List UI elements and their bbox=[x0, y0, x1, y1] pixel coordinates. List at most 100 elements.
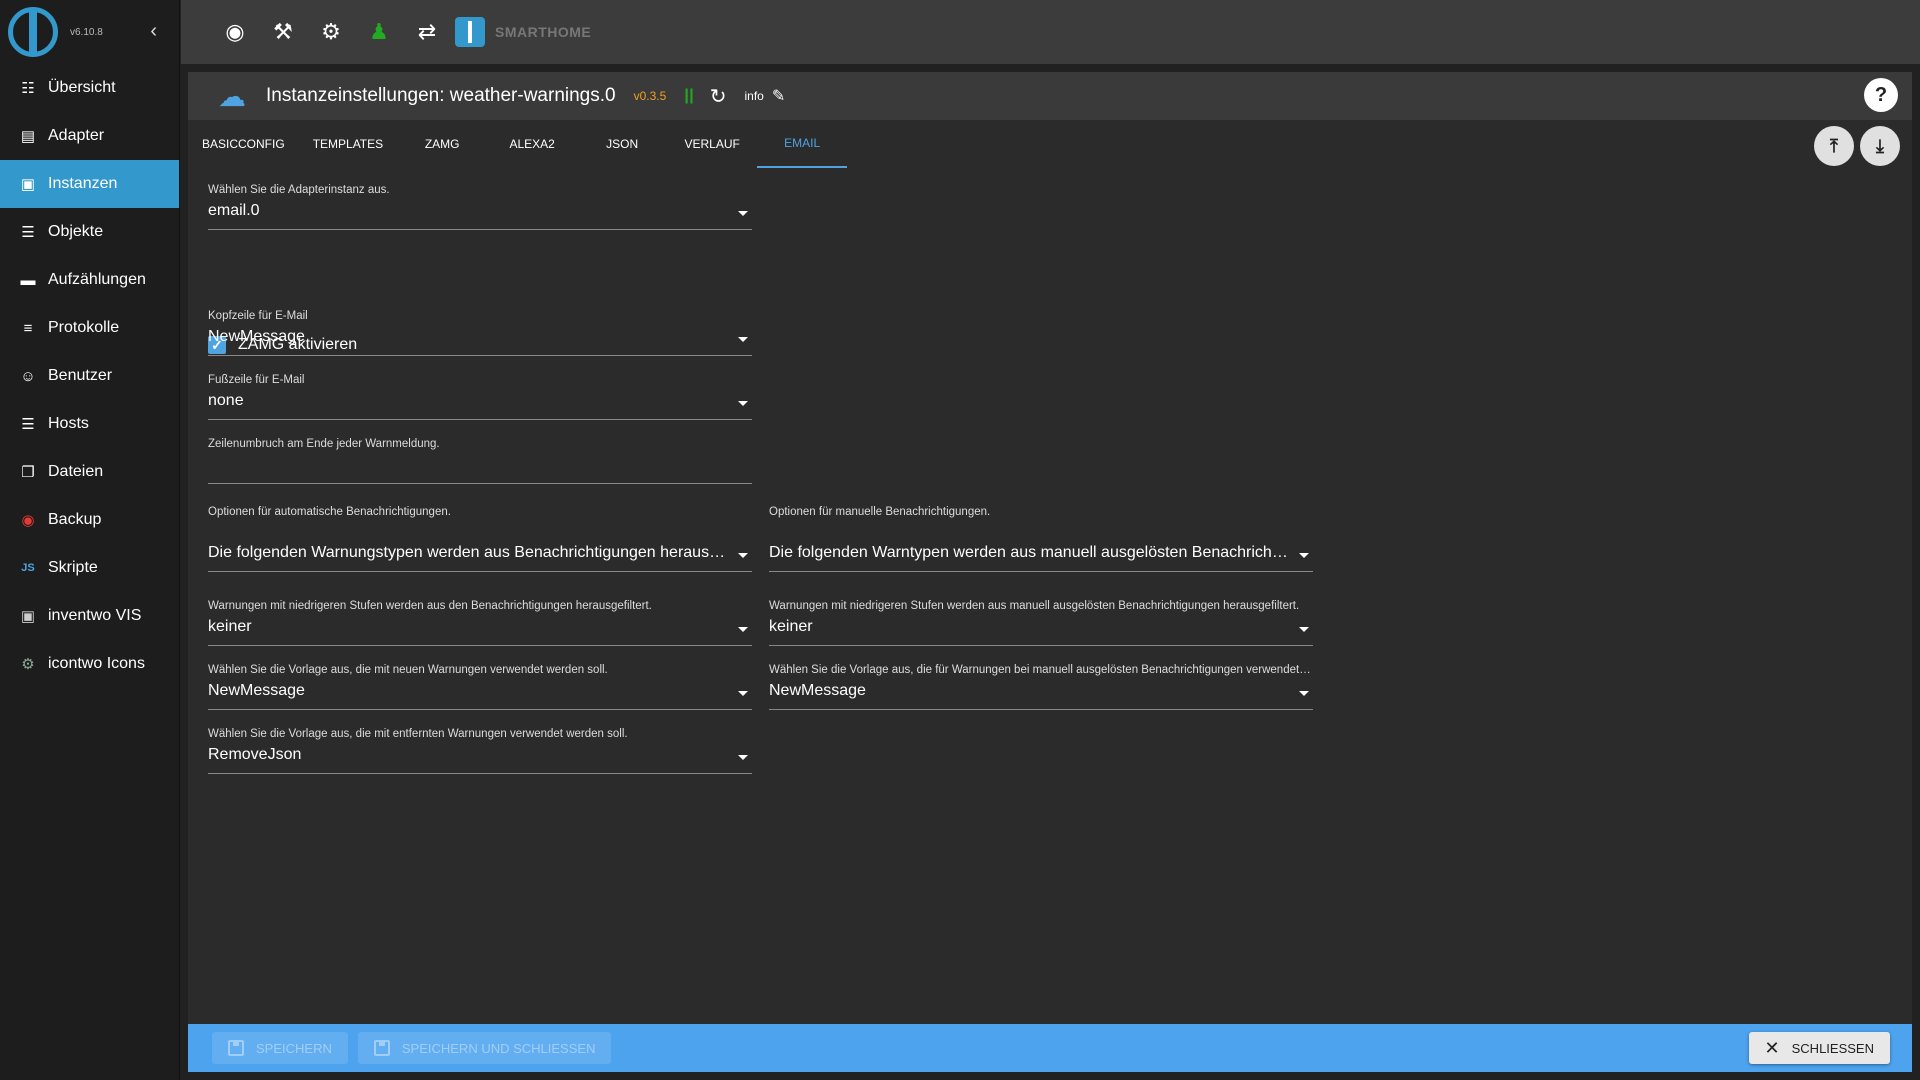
field-value[interactable]: NewMessage bbox=[208, 682, 752, 710]
manual-level-select[interactable]: Warnungen mit niedrigeren Stufen werden … bbox=[769, 600, 1313, 646]
dropdown-caret-icon bbox=[738, 553, 748, 558]
top-toolbar: ◉ ⚒ ⚙ ♟ ⇄ SMARTHOME bbox=[181, 0, 1920, 64]
select-value: NewMessage bbox=[208, 328, 305, 345]
dropdown-caret-icon bbox=[738, 337, 748, 342]
sidebar-item-adapter[interactable]: ▤ Adapter bbox=[0, 112, 179, 160]
field-value[interactable]: NewMessage bbox=[208, 328, 752, 356]
download-icon[interactable]: ⤓ bbox=[1860, 126, 1900, 166]
dropdown-caret-icon bbox=[1299, 553, 1309, 558]
sidebar-item-objekte[interactable]: ☰ Objekte bbox=[0, 208, 179, 256]
dropdown-caret-icon bbox=[738, 627, 748, 632]
footer-bar: SPEICHERN SPEICHERN UND SCHLIESSEN ✕ SCH… bbox=[188, 1024, 1912, 1072]
file-icon: ❐ bbox=[21, 464, 35, 481]
manual-filter-types-select[interactable]: Die folgenden Warntypen werden aus manue… bbox=[769, 538, 1313, 572]
sidebar-item-hosts[interactable]: ☰ Hosts bbox=[0, 400, 179, 448]
dropdown-caret-icon bbox=[738, 755, 748, 760]
reload-icon[interactable]: ↻ bbox=[710, 84, 727, 109]
pause-icon[interactable]: | | bbox=[684, 87, 694, 105]
sidebar-item-label: Dateien bbox=[48, 463, 104, 480]
field-label: Fußzeile für E-Mail bbox=[208, 374, 305, 386]
sidebar-item-dateien[interactable]: ❐ Dateien bbox=[0, 448, 179, 496]
field-label: Wählen Sie die Adapterinstanz aus. bbox=[208, 184, 390, 196]
sync-icon[interactable]: ⇄ bbox=[403, 8, 451, 56]
eye-icon[interactable]: ◉ bbox=[211, 8, 259, 56]
sidebar-item-label: Hosts bbox=[48, 415, 89, 432]
auto-level-select[interactable]: Warnungen mit niedrigeren Stufen werden … bbox=[208, 600, 752, 646]
field-value[interactable]: Die folgenden Warnungstypen werden aus B… bbox=[208, 544, 752, 572]
edit-icon[interactable]: ✎ bbox=[772, 86, 785, 106]
tab-json[interactable]: JSON bbox=[577, 120, 667, 168]
weather-cloud-icon: ☁ bbox=[218, 80, 246, 112]
info-label: info bbox=[744, 89, 764, 103]
dropdown-caret-icon bbox=[738, 401, 748, 406]
sidebar-item-inventwo-vis[interactable]: ▣ inventwo VIS bbox=[0, 592, 179, 640]
sidebar-item-label: Adapter bbox=[48, 127, 105, 144]
field-value[interactable]: keiner bbox=[208, 618, 752, 646]
sidebar-item-aufzaehlungen[interactable]: ▬ Aufzählungen bbox=[0, 256, 179, 304]
button-label: SCHLIESSEN bbox=[1791, 1040, 1874, 1056]
sidebar-item-benutzer[interactable]: ☺ Benutzer bbox=[0, 352, 179, 400]
iobroker-logo[interactable] bbox=[8, 7, 58, 57]
tab-email[interactable]: EMAIL bbox=[757, 120, 848, 168]
linebreak-input[interactable]: Zeilenumbruch am Ende jeder Warnmeldung. bbox=[208, 438, 752, 484]
field-value[interactable]: Die folgenden Warntypen werden aus manue… bbox=[769, 544, 1313, 572]
sidebar-item-backup[interactable]: ◉ Backup bbox=[0, 496, 179, 544]
auto-remove-template-select[interactable]: Wählen Sie die Vorlage aus, die mit entf… bbox=[208, 728, 752, 774]
sidebar-item-uebersicht[interactable]: ☷ Übersicht bbox=[0, 64, 179, 112]
field-value[interactable]: NewMessage bbox=[769, 682, 1313, 710]
user-icon: ☺ bbox=[20, 367, 36, 385]
sidebar-item-label: Instanzen bbox=[48, 175, 118, 192]
footer-select[interactable]: Fußzeile für E-Mail none bbox=[208, 374, 752, 420]
field-label: Kopfzeile für E-Mail bbox=[208, 310, 308, 322]
sidebar-item-label: Übersicht bbox=[48, 79, 116, 96]
field-label: Warnungen mit niedrigeren Stufen werden … bbox=[769, 600, 1300, 612]
instance-select[interactable]: Wählen Sie die Adapterinstanz aus. email… bbox=[208, 184, 752, 230]
sidebar-item-label: Objekte bbox=[48, 223, 104, 240]
field-label: Warnungen mit niedrigeren Stufen werden … bbox=[208, 600, 652, 612]
button-label: SPEICHERN bbox=[256, 1040, 332, 1056]
tab-basicconfig[interactable]: BASICCONFIG bbox=[188, 120, 299, 168]
help-button[interactable]: ? bbox=[1864, 78, 1898, 112]
list-icon: ☰ bbox=[21, 224, 35, 241]
dropdown-caret-icon bbox=[1299, 691, 1309, 696]
sidebar-item-icontwo-icons[interactable]: ⚙ icontwo Icons bbox=[0, 640, 179, 688]
sidebar-item-label: Protokolle bbox=[48, 319, 120, 336]
field-value[interactable] bbox=[208, 456, 752, 484]
sidebar-item-instanzen[interactable]: ▣ Instanzen bbox=[0, 160, 179, 208]
dropdown-caret-icon bbox=[738, 211, 748, 216]
manual-section-label: Optionen für manuelle Benachrichtigungen… bbox=[769, 506, 991, 518]
tab-zamg[interactable]: ZAMG bbox=[397, 120, 487, 168]
auto-section-label: Optionen für automatische Benachrichtigu… bbox=[208, 506, 451, 518]
tab-alexa2[interactable]: ALEXA2 bbox=[487, 120, 577, 168]
chevron-left-icon[interactable]: ‹ bbox=[150, 20, 157, 43]
gear-icon[interactable]: ⚙ bbox=[307, 8, 355, 56]
tab-templates[interactable]: TEMPLATES bbox=[299, 120, 397, 168]
save-and-close-button[interactable]: SPEICHERN UND SCHLIESSEN bbox=[357, 1032, 612, 1064]
field-label: Wählen Sie die Vorlage aus, die mit neue… bbox=[208, 664, 608, 676]
auto-new-template-select[interactable]: Wählen Sie die Vorlage aus, die mit neue… bbox=[208, 664, 752, 710]
field-value[interactable]: keiner bbox=[769, 618, 1313, 646]
field-value[interactable]: RemoveJson bbox=[208, 746, 752, 774]
close-button[interactable]: ✕ SCHLIESSEN bbox=[1748, 1032, 1890, 1064]
auto-filter-types-select[interactable]: Die folgenden Warnungstypen werden aus B… bbox=[208, 538, 752, 572]
grid-icon: ☷ bbox=[21, 80, 35, 97]
expert-mode-icon[interactable]: ♟ bbox=[355, 8, 403, 56]
panel-header: ☁ Instanzeinstellungen: weather-warnings… bbox=[188, 72, 1912, 120]
sidebar-item-label: Skripte bbox=[48, 559, 98, 576]
wrench-icon[interactable]: ⚒ bbox=[259, 8, 307, 56]
tab-verlauf[interactable]: VERLAUF bbox=[667, 120, 757, 168]
save-button[interactable]: SPEICHERN bbox=[212, 1032, 348, 1064]
select-value: keiner bbox=[208, 618, 252, 635]
header-select[interactable]: Kopfzeile für E-Mail NewMessage bbox=[208, 310, 752, 356]
sidebar-item-skripte[interactable]: JS Skripte bbox=[0, 544, 179, 592]
select-value: NewMessage bbox=[769, 682, 866, 699]
field-value[interactable]: email.0 bbox=[208, 202, 752, 230]
brand: SMARTHOME bbox=[455, 17, 591, 47]
sidebar-item-protokolle[interactable]: ≡ Protokolle bbox=[0, 304, 179, 352]
select-value: Die folgenden Warnungstypen werden aus B… bbox=[208, 544, 752, 561]
field-value[interactable]: none bbox=[208, 392, 752, 420]
version-label: v6.10.8 bbox=[70, 26, 103, 38]
dropdown-caret-icon bbox=[1299, 627, 1309, 632]
manual-template-select[interactable]: Wählen Sie die Vorlage aus, die für Warn… bbox=[769, 664, 1313, 710]
upload-icon[interactable]: ⤒ bbox=[1814, 126, 1854, 166]
